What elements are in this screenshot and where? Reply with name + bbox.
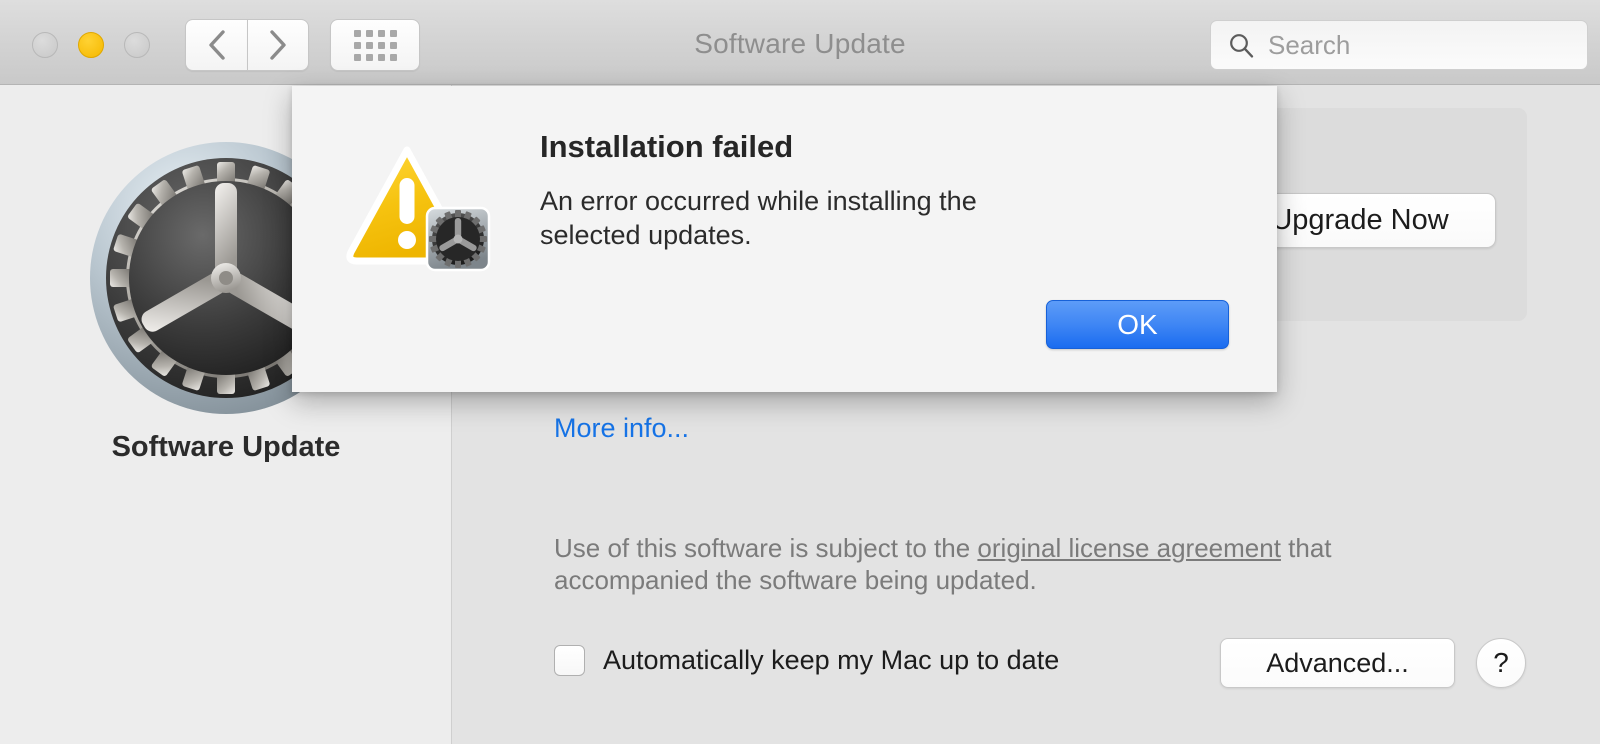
- license-prefix: Use of this software is subject to the: [554, 533, 978, 563]
- ok-button[interactable]: OK: [1046, 300, 1229, 349]
- window-titlebar: Software Update Search: [0, 0, 1600, 85]
- auto-update-label: Automatically keep my Mac up to date: [603, 645, 1060, 675]
- sidebar-item-label: Software Update: [111, 431, 341, 463]
- help-button[interactable]: ?: [1476, 638, 1526, 688]
- dialog-message: An error occurred while installing the s…: [540, 186, 977, 250]
- license-agreement-text: Use of this software is subject to the o…: [554, 532, 1419, 596]
- search-icon: [1230, 33, 1254, 58]
- software-update-window: Software Update Search Software Update U…: [0, 0, 1600, 744]
- more-info-link[interactable]: More info...: [554, 413, 689, 444]
- search-field[interactable]: Search: [1210, 20, 1588, 70]
- auto-update-row: Automatically keep my Mac up to date: [554, 645, 1059, 676]
- auto-update-checkbox[interactable]: [554, 645, 585, 676]
- original-license-agreement-link[interactable]: original license agreement: [977, 533, 1281, 563]
- warning-triangle-with-gear-badge-icon: [345, 140, 495, 275]
- advanced-button[interactable]: Advanced...: [1220, 638, 1455, 688]
- search-input[interactable]: Search: [1268, 30, 1350, 61]
- dialog-title: Installation failed: [540, 129, 794, 164]
- installation-failed-dialog: Installation failed An error occurred wh…: [292, 86, 1277, 392]
